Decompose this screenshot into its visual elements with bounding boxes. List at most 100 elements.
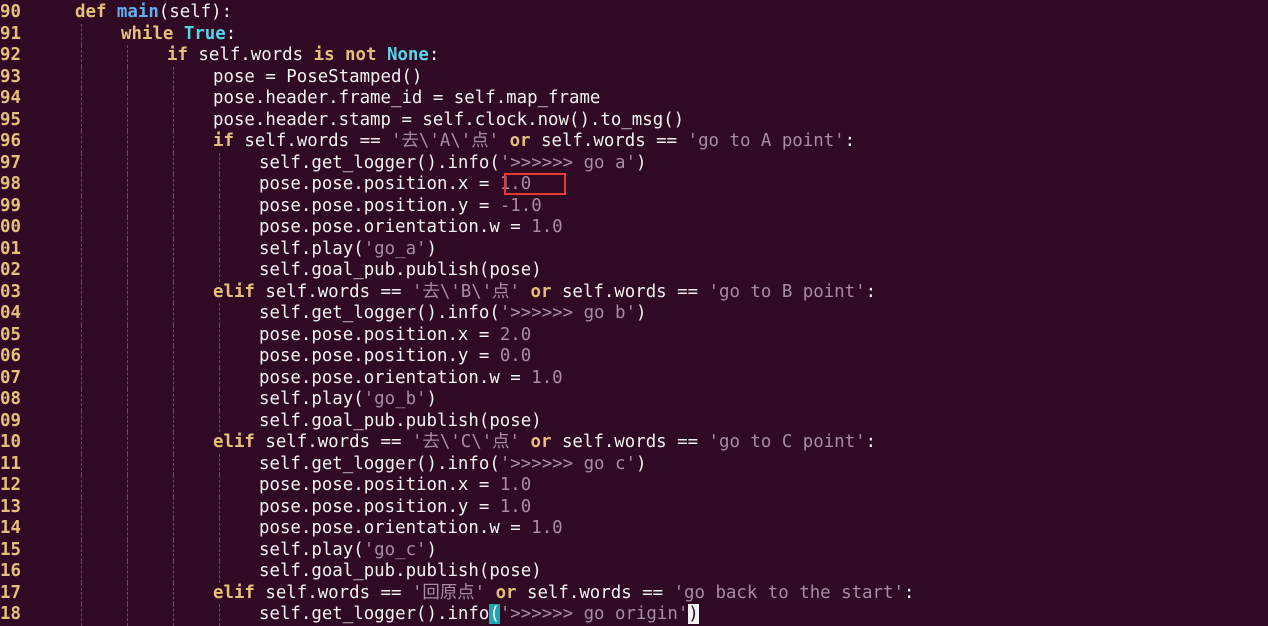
indent-guide bbox=[219, 561, 220, 583]
indent-guide bbox=[173, 410, 174, 432]
code-text: self.goal_pub.publish(pose) bbox=[259, 410, 542, 431]
code-line[interactable]: 01 self.play('go_a') bbox=[0, 238, 1268, 260]
line-number: 90 bbox=[0, 2, 21, 22]
indent-guide bbox=[127, 367, 128, 389]
indent-guide bbox=[81, 303, 82, 325]
code-editor[interactable]: 90 def main(self): 91 while True: 92 if self.… bbox=[0, 0, 1268, 626]
code-line[interactable]: 00 pose.pose.orientation.w = 1.0 bbox=[0, 217, 1268, 239]
line-number: 17 bbox=[0, 582, 21, 603]
indent-guide bbox=[127, 174, 128, 196]
code-line[interactable]: 18 self.get_logger().info('>>>>>> go orig… bbox=[0, 604, 1268, 626]
code-line[interactable]: 10 elif self.words == '去\'C\'点' or self.w… bbox=[0, 432, 1268, 454]
indent-guide bbox=[127, 453, 128, 475]
code-line[interactable]: 16 self.goal_pub.publish(pose) bbox=[0, 561, 1268, 583]
code-text: pose.header.frame_id = self.map_frame bbox=[213, 88, 601, 108]
code-line[interactable]: 03 elif self.words == '去\'B\'点' or self.w… bbox=[0, 281, 1268, 303]
code-text: pose.pose.position.y = 1.0 bbox=[259, 496, 532, 517]
code-line[interactable]: 91 while True: bbox=[0, 23, 1268, 45]
indent-guide bbox=[219, 604, 220, 626]
indent-guide bbox=[219, 539, 220, 561]
code-line[interactable]: 95 pose.header.stamp = self.clock.now().t… bbox=[0, 109, 1268, 131]
code-text: self.get_logger().info('>>>>>> go c') bbox=[259, 453, 647, 474]
indent-guide bbox=[81, 496, 82, 518]
indent-guide bbox=[81, 88, 82, 110]
indent-guide bbox=[127, 561, 128, 583]
indent-guide bbox=[127, 45, 128, 67]
indent-guide bbox=[81, 109, 82, 131]
code-line[interactable]: 08 self.play('go_b') bbox=[0, 389, 1268, 411]
code-text: if self.words is not None: bbox=[167, 45, 440, 65]
indent-guide bbox=[81, 410, 82, 432]
indent-guide bbox=[219, 195, 220, 217]
code-line[interactable]: 99 pose.pose.position.y = -1.0 bbox=[0, 195, 1268, 217]
code-text: pose = PoseStamped() bbox=[213, 66, 423, 87]
code-line[interactable]: 15 self.play('go_c') bbox=[0, 539, 1268, 561]
code-line[interactable]: 07 pose.pose.orientation.w = 1.0 bbox=[0, 367, 1268, 389]
indent-guide bbox=[173, 582, 174, 604]
indent-guide bbox=[219, 346, 220, 368]
indent-guide bbox=[173, 496, 174, 518]
code-line[interactable]: 96 if self.words == '去\'A\'点' or self.wor… bbox=[0, 131, 1268, 153]
code-text: self.goal_pub.publish(pose) bbox=[259, 561, 542, 581]
line-number: 11 bbox=[0, 453, 21, 474]
line-number: 14 bbox=[0, 518, 21, 538]
indent-guide bbox=[173, 131, 174, 153]
code-text: self.play('go_c') bbox=[259, 539, 438, 560]
indent-guide bbox=[219, 303, 220, 325]
code-text: if self.words == '去\'A\'点' or self.words… bbox=[213, 131, 856, 151]
line-number: 98 bbox=[0, 174, 21, 194]
code-line[interactable]: 92 if self.words is not None: bbox=[0, 45, 1268, 67]
code-line[interactable]: 14 pose.pose.orientation.w = 1.0 bbox=[0, 518, 1268, 540]
line-number: 13 bbox=[0, 496, 21, 517]
code-line[interactable]: 17 elif self.words == '回原点' or self.words… bbox=[0, 582, 1268, 604]
code-line[interactable]: 97 self.get_logger().info('>>>>>> go a') bbox=[0, 152, 1268, 174]
code-line[interactable]: 13 pose.pose.position.y = 1.0 bbox=[0, 496, 1268, 518]
code-text: pose.pose.position.y = 0.0 bbox=[259, 346, 532, 366]
line-number: 05 bbox=[0, 324, 21, 345]
indent-guide bbox=[173, 281, 174, 303]
code-line[interactable]: 94 pose.header.frame_id = self.map_frame bbox=[0, 88, 1268, 110]
code-text: self.play('go_a') bbox=[259, 238, 438, 259]
indent-guide bbox=[219, 152, 220, 174]
indent-guide bbox=[173, 303, 174, 325]
indent-guide bbox=[173, 66, 174, 88]
indent-guide bbox=[219, 367, 220, 389]
indent-guide bbox=[173, 475, 174, 497]
line-number: 08 bbox=[0, 389, 21, 409]
line-number: 07 bbox=[0, 367, 21, 388]
code-text: elif self.words == '去\'B\'点' or self.wor… bbox=[213, 281, 877, 302]
indent-guide bbox=[127, 496, 128, 518]
indent-guide bbox=[127, 582, 128, 604]
line-number: 18 bbox=[0, 604, 21, 624]
code-line[interactable]: 98 pose.pose.position.x = 1.0 bbox=[0, 174, 1268, 196]
indent-guide bbox=[219, 410, 220, 432]
indent-guide bbox=[173, 109, 174, 131]
indent-guide bbox=[81, 23, 82, 45]
indent-guide bbox=[127, 152, 128, 174]
code-text: pose.pose.position.x = 1.0 bbox=[259, 174, 532, 194]
line-number: 99 bbox=[0, 195, 21, 216]
line-number: 97 bbox=[0, 152, 21, 173]
code-line[interactable]: 90 def main(self): bbox=[0, 2, 1268, 24]
line-number: 92 bbox=[0, 45, 21, 65]
indent-guide bbox=[127, 518, 128, 540]
code-line[interactable]: 12 pose.pose.position.x = 1.0 bbox=[0, 475, 1268, 497]
code-line[interactable]: 09 self.goal_pub.publish(pose) bbox=[0, 410, 1268, 432]
code-line[interactable]: 06 pose.pose.position.y = 0.0 bbox=[0, 346, 1268, 368]
indent-guide bbox=[219, 518, 220, 540]
code-line[interactable]: 11 self.get_logger().info('>>>>>> go c') bbox=[0, 453, 1268, 475]
code-line[interactable]: 93 pose = PoseStamped() bbox=[0, 66, 1268, 88]
line-number: 94 bbox=[0, 88, 21, 108]
line-number: 93 bbox=[0, 66, 21, 87]
indent-guide bbox=[219, 260, 220, 282]
code-text: pose.pose.orientation.w = 1.0 bbox=[259, 518, 563, 538]
indent-guide bbox=[173, 238, 174, 260]
code-line[interactable]: 04 self.get_logger().info('>>>>>> go b') bbox=[0, 303, 1268, 325]
indent-guide bbox=[81, 195, 82, 217]
code-line[interactable]: 05 pose.pose.position.x = 2.0 bbox=[0, 324, 1268, 346]
indent-guide bbox=[127, 389, 128, 411]
line-number: 91 bbox=[0, 23, 21, 44]
code-line[interactable]: 02 self.goal_pub.publish(pose) bbox=[0, 260, 1268, 282]
indent-guide bbox=[81, 281, 82, 303]
line-number: 16 bbox=[0, 561, 21, 581]
